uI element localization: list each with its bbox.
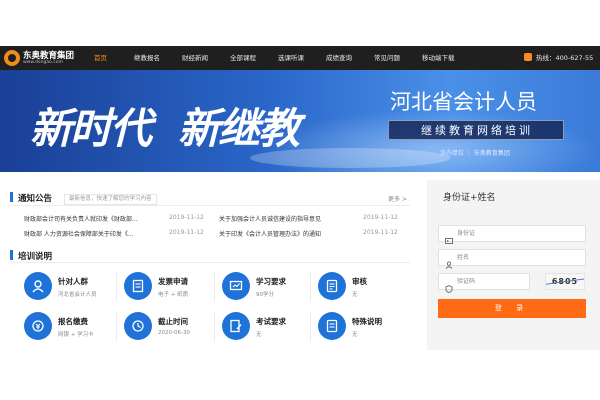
feature-separator — [214, 272, 215, 302]
notice-title-marker — [10, 192, 13, 202]
feature-label: 审核 — [352, 277, 367, 286]
feature-desc: 2020-06-30 — [158, 330, 190, 336]
feature-label: 截止时间 — [158, 317, 188, 326]
logo-url: www.dongao.com — [23, 60, 63, 65]
page: 东奥教育集团 www.dongao.com 首页 继教报名 财经新闻 全部课程 … — [0, 0, 600, 400]
phone-icon — [524, 53, 532, 61]
main-nav: 首页 继教报名 财经新闻 全部课程 选课听课 成绩查询 常见问题 移动端下载 — [82, 46, 522, 70]
training-divider — [10, 262, 410, 263]
nav-item-all-courses[interactable]: 全部课程 — [230, 46, 256, 70]
target-group-icon — [24, 272, 52, 300]
news-item[interactable]: 关于印发《会计人员管理办法》的通知 — [219, 229, 321, 238]
nav-item-registration[interactable]: 继教报名 — [134, 46, 160, 70]
deadline-clock-icon — [124, 312, 152, 340]
news-item[interactable]: 财政部 人力资源社会保障部关于印发《... — [24, 229, 134, 238]
logo[interactable]: 东奥教育集团 www.dongao.com — [4, 48, 80, 68]
feature-label: 特殊说明 — [352, 317, 382, 326]
captcha-image[interactable]: 6805 — [545, 273, 585, 290]
news-date: 2019-11-12 — [169, 214, 204, 221]
feature-separator — [116, 312, 117, 342]
id-card-icon — [445, 230, 453, 244]
feature-desc: 无 — [352, 332, 358, 338]
feature-separator — [116, 272, 117, 302]
logo-mark-icon — [4, 50, 20, 66]
nav-item-select-courses[interactable]: 选课听课 — [278, 46, 304, 70]
feature-desc: 无 — [256, 332, 262, 338]
feature-audit[interactable]: 审核 无 — [318, 270, 413, 304]
invoice-icon — [124, 272, 152, 300]
nav-item-finance-news[interactable]: 财经新闻 — [182, 46, 208, 70]
feature-separator — [214, 312, 215, 342]
id-card-input[interactable] — [457, 227, 582, 240]
feature-special-note[interactable]: 特殊说明 无 — [318, 310, 413, 344]
training-title-marker — [10, 250, 13, 260]
study-requirement-icon — [222, 272, 250, 300]
nav-item-home[interactable]: 首页 — [94, 46, 107, 70]
news-item[interactable]: 财政部会计司有关负责人就印发《财政部... — [24, 214, 138, 223]
nav-item-mobile-download[interactable]: 移动端下载 — [422, 46, 455, 70]
news-item[interactable]: 关于加强会计人员诚信建设的指导意见 — [219, 214, 321, 223]
banner-subtitle-box: 继续教育网络培训 — [388, 120, 564, 140]
feature-target-group[interactable]: 针对人群 河北省会计人员 — [24, 270, 119, 304]
feature-exam[interactable]: 考试要求 无 — [222, 310, 317, 344]
feature-desc: 无 — [352, 292, 358, 298]
banner-title: 河北省会计人员 — [390, 90, 537, 114]
name-input[interactable] — [457, 251, 582, 264]
feature-payment[interactable]: 报名缴费 网银 + 学习卡 — [24, 310, 119, 344]
banner-subtitle: 继续教育网络培训 — [421, 124, 533, 137]
notice-divider — [10, 205, 410, 206]
payment-icon — [24, 312, 52, 340]
feature-label: 学习要求 — [256, 277, 286, 286]
feature-desc: 河北省会计人员 — [58, 292, 97, 298]
news-date: 2019-11-12 — [363, 229, 398, 236]
feature-desc: 90学分 — [256, 292, 274, 298]
login-button[interactable]: 登 录 — [438, 299, 586, 318]
captcha-input[interactable] — [457, 275, 527, 288]
hotline-text: 热线：400-627-55 — [536, 54, 594, 62]
feature-invoice[interactable]: 发票申请 电子 + 纸质 — [124, 270, 219, 304]
feature-separator — [310, 272, 311, 302]
feature-label: 发票申请 — [158, 277, 188, 286]
banner-partner: 协办单位 ｜ 东奥教育集团 — [440, 150, 510, 157]
training-title: 培训说明 — [18, 252, 53, 262]
notice-more-link[interactable]: 更多 > — [388, 194, 407, 203]
feature-label: 报名缴费 — [58, 317, 88, 326]
exam-icon — [222, 312, 250, 340]
banner-slogan-right: 新继教 — [178, 104, 300, 153]
feature-study-requirement[interactable]: 学习要求 90学分 — [222, 270, 317, 304]
feature-deadline[interactable]: 截止时间 2020-06-30 — [124, 310, 219, 344]
news-date: 2019-11-12 — [169, 229, 204, 236]
news-date: 2019-11-12 — [363, 214, 398, 221]
feature-desc: 网银 + 学习卡 — [58, 332, 94, 338]
feature-label: 针对人群 — [58, 277, 88, 286]
notice-hint: 最新信息，快速了解您的学习内容 — [64, 194, 157, 205]
name-field[interactable] — [438, 249, 586, 269]
login-title: 身份证+姓名 — [443, 193, 496, 203]
captcha-field[interactable] — [438, 273, 530, 293]
user-icon — [445, 254, 453, 269]
special-note-icon — [318, 312, 346, 340]
feature-desc: 电子 + 纸质 — [158, 292, 189, 298]
notice-title: 通知公告 — [18, 194, 53, 204]
audit-icon — [318, 272, 346, 300]
id-card-field[interactable] — [438, 225, 586, 244]
feature-label: 考试要求 — [256, 317, 286, 326]
nav-item-faq[interactable]: 常见问题 — [374, 46, 400, 70]
feature-separator — [310, 312, 311, 342]
hotline: 热线：400-627-55 — [524, 46, 593, 70]
shield-icon — [445, 278, 453, 293]
banner-slogan-left: 新时代 — [30, 104, 152, 153]
nav-item-score-query[interactable]: 成绩查询 — [326, 46, 352, 70]
top-navigation-bar: 东奥教育集团 www.dongao.com 首页 继教报名 财经新闻 全部课程 … — [0, 46, 600, 70]
